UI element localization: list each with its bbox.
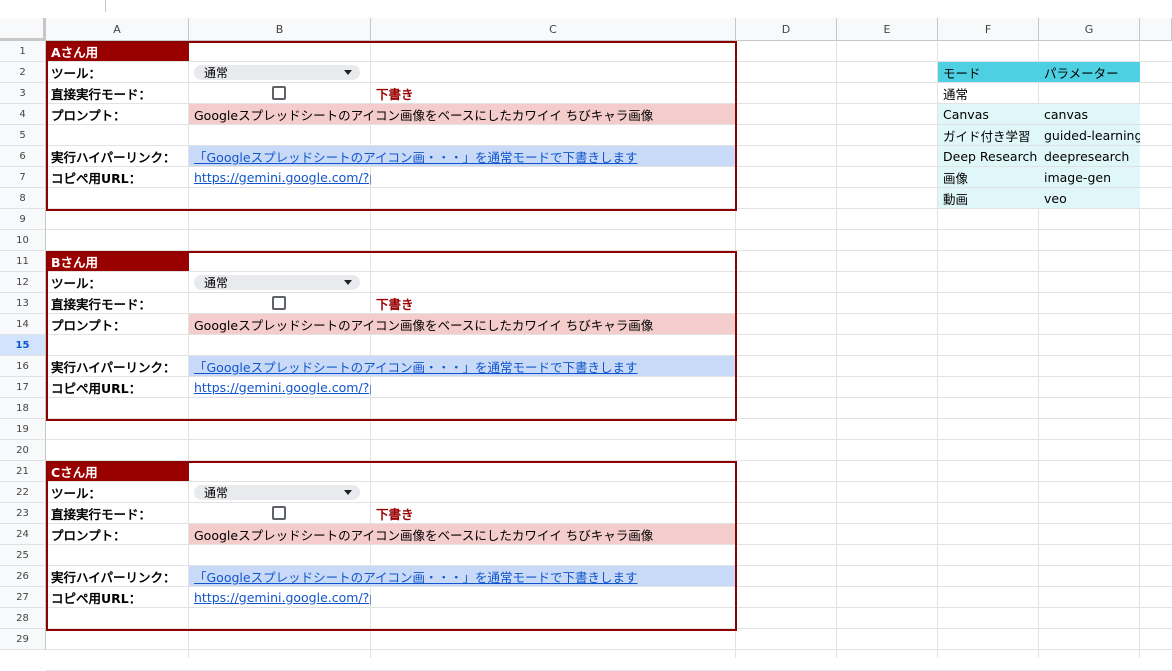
row-header-4[interactable]: 4	[0, 104, 46, 125]
param-cell[interactable]: deepresearch	[1039, 146, 1140, 166]
column-header-B[interactable]: B	[189, 18, 371, 41]
row-header-28[interactable]: 28	[0, 608, 46, 629]
column-header-C[interactable]: C	[371, 18, 736, 41]
row-header-27[interactable]: 27	[0, 587, 46, 608]
mode-cell[interactable]: 画像	[938, 167, 1039, 187]
column-header-blank[interactable]	[1140, 18, 1172, 41]
row-header-15[interactable]: 15	[0, 335, 46, 356]
column-header-F[interactable]: F	[938, 18, 1039, 41]
param-cell[interactable]: canvas	[1039, 104, 1140, 124]
param-cell[interactable]	[1039, 83, 1140, 103]
param-cell[interactable]: guided-learning	[1039, 125, 1140, 145]
row-header-17[interactable]: 17	[0, 377, 46, 398]
row-header-8[interactable]: 8	[0, 188, 46, 209]
block-border	[46, 251, 737, 421]
row-header-22[interactable]: 22	[0, 482, 46, 503]
row-header-10[interactable]: 10	[0, 230, 46, 251]
row-header-6[interactable]: 6	[0, 146, 46, 167]
column-header-A[interactable]: A	[46, 18, 189, 41]
mode-cell[interactable]: ガイド付き学習	[938, 125, 1039, 145]
row-header-18[interactable]: 18	[0, 398, 46, 419]
row-header-1[interactable]: 1	[0, 41, 46, 62]
row-header-9[interactable]: 9	[0, 209, 46, 230]
mode-cell[interactable]: Deep Research	[938, 146, 1039, 166]
mode-cell[interactable]: Canvas	[938, 104, 1039, 124]
row-header-16[interactable]: 16	[0, 356, 46, 377]
row-header-24[interactable]: 24	[0, 524, 46, 545]
formula-bar-area	[0, 0, 1172, 18]
row-header-25[interactable]: 25	[0, 545, 46, 566]
row-header-23[interactable]: 23	[0, 503, 46, 524]
row-header-7[interactable]: 7	[0, 167, 46, 188]
row-header-12[interactable]: 12	[0, 272, 46, 293]
column-header-E[interactable]: E	[837, 18, 938, 41]
mode-cell[interactable]: 通常	[938, 83, 1039, 103]
row-header-11[interactable]: 11	[0, 251, 46, 272]
column-header-G[interactable]: G	[1039, 18, 1140, 41]
row-header-29[interactable]: 29	[0, 629, 46, 650]
row-header-26[interactable]: 26	[0, 566, 46, 587]
row-header-3[interactable]: 3	[0, 83, 46, 104]
column-header-D[interactable]: D	[736, 18, 837, 41]
row-header-2[interactable]: 2	[0, 62, 46, 83]
block-border	[46, 41, 737, 211]
param-cell[interactable]: image-gen	[1039, 167, 1140, 187]
block-border	[46, 461, 737, 631]
row-header-21[interactable]: 21	[0, 461, 46, 482]
row-header-14[interactable]: 14	[0, 314, 46, 335]
row-header-5[interactable]: 5	[0, 125, 46, 146]
param-header: パラメーター	[1039, 62, 1140, 82]
sheet-grid[interactable]: Aさん用 ツール： 通常 直接実行モード： 下書き プロンプト： Googleスプレッドシー…	[46, 41, 1172, 671]
mode-header: モード	[938, 62, 1039, 82]
row-header-20[interactable]: 20	[0, 440, 46, 461]
select-all-corner[interactable]	[0, 18, 46, 41]
mode-cell[interactable]: 動画	[938, 188, 1039, 208]
row-header-19[interactable]: 19	[0, 419, 46, 440]
param-cell[interactable]: veo	[1039, 188, 1140, 208]
row-header-13[interactable]: 13	[0, 293, 46, 314]
